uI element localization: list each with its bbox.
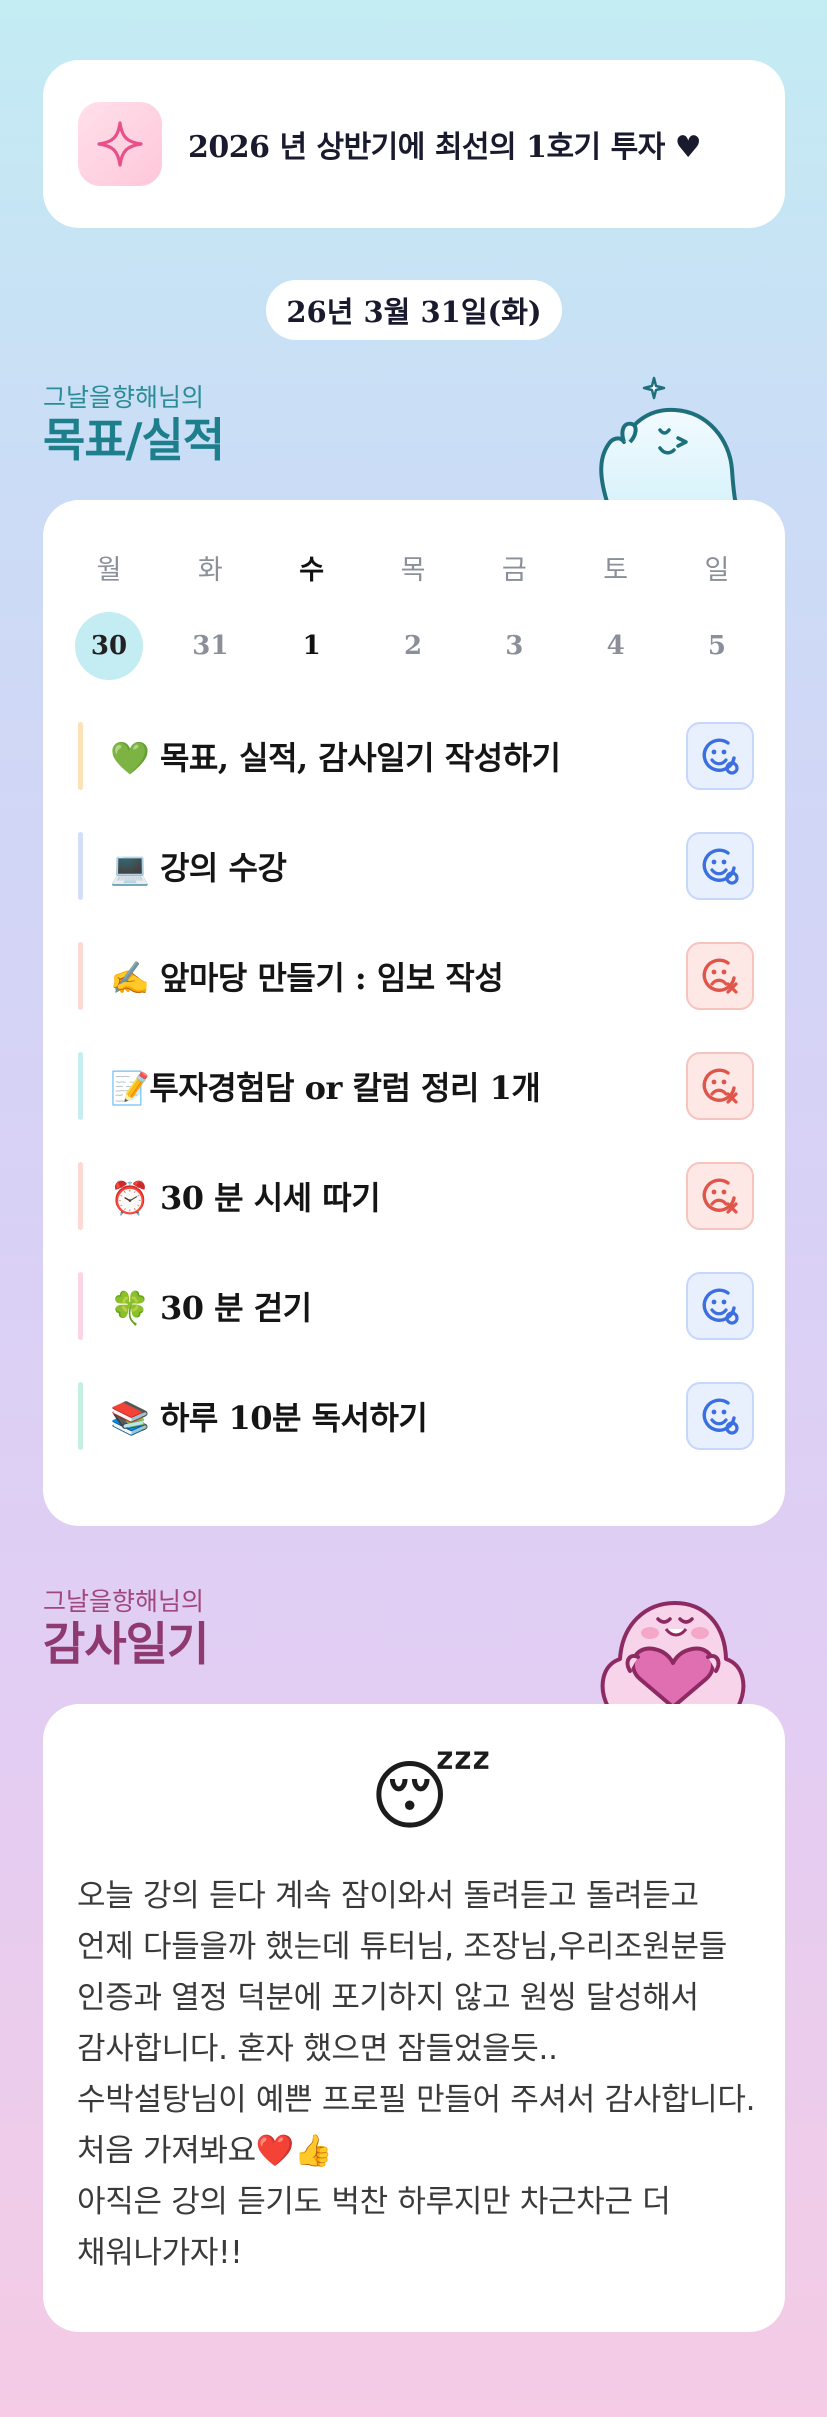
weekday-label: 일 xyxy=(704,554,730,586)
task-color-bar xyxy=(78,832,83,900)
calendar-date[interactable]: 5 xyxy=(683,612,751,680)
weekday-label: 수 xyxy=(299,554,325,586)
task-label: 💻 강의 수강 xyxy=(110,849,287,887)
task-color-bar xyxy=(78,942,83,1010)
weekday-label: 토 xyxy=(603,554,629,586)
weekday-label: 월 xyxy=(96,554,122,586)
task-item[interactable]: 💻 강의 수강 xyxy=(78,832,754,900)
task-label: 📚 하루 10분 독서하기 xyxy=(110,1399,428,1437)
task-color-bar xyxy=(78,1272,83,1340)
task-label: ✍️ 앞마당 만들기 : 임보 작성 xyxy=(110,959,504,997)
calendar-date[interactable]: 2 xyxy=(379,612,447,680)
goals-section-title: 목표/실적 xyxy=(43,413,225,467)
diary-text: 오늘 강의 듣다 계속 잠이와서 돌려듣고 돌려듣고 언제 다들을까 했는데 튜… xyxy=(77,1878,756,2271)
diary-section-title: 감사일기 xyxy=(43,1617,209,1671)
smile-check-icon[interactable] xyxy=(686,832,754,900)
task-color-bar xyxy=(78,722,83,790)
task-item[interactable]: 📚 하루 10분 독서하기 xyxy=(78,1382,754,1450)
task-label: ⏰ 30 분 시세 따기 xyxy=(110,1179,381,1217)
task-item[interactable]: 📝투자경험담 or 칼럼 정리 1개 xyxy=(78,1052,754,1120)
week-day-row: 월화수목금토일 xyxy=(75,533,751,601)
task-label: 📝투자경험담 or 칼럼 정리 1개 xyxy=(110,1069,541,1107)
calendar-date[interactable]: 1 xyxy=(278,612,346,680)
week-date-row: 30 31 1 2 3 4 5 xyxy=(75,612,751,680)
sleeping-face-icon: 😴 xyxy=(370,1751,492,1840)
sad-x-icon[interactable] xyxy=(686,1162,754,1230)
weekday-label: 목 xyxy=(400,554,426,586)
task-item[interactable]: ✍️ 앞마당 만들기 : 임보 작성 xyxy=(78,942,754,1010)
calendar-date[interactable]: 3 xyxy=(480,612,548,680)
heart-mascot-icon xyxy=(590,1575,755,1709)
goal-banner: 2026 년 상반기에 최선의 1호기 투자 ♥ xyxy=(43,60,785,228)
task-item[interactable]: ⏰ 30 분 시세 따기 xyxy=(78,1162,754,1230)
calendar-date[interactable]: 31 xyxy=(176,612,244,680)
smile-check-icon[interactable] xyxy=(686,722,754,790)
smile-check-icon[interactable] xyxy=(686,1272,754,1340)
smile-check-icon[interactable] xyxy=(686,1382,754,1450)
sad-x-icon[interactable] xyxy=(686,942,754,1010)
sparkle-icon xyxy=(78,102,162,186)
date-pill[interactable]: 26년 3월 31일(화) xyxy=(266,280,562,340)
task-color-bar xyxy=(78,1382,83,1450)
weekday-label: 금 xyxy=(501,554,527,586)
weekday-label: 화 xyxy=(197,554,223,586)
task-item[interactable]: 💚 목표, 실적, 감사일기 작성하기 xyxy=(78,722,754,790)
task-label: 🍀 30 분 걷기 xyxy=(110,1289,312,1327)
goal-text: 2026 년 상반기에 최선의 1호기 투자 ♥ xyxy=(188,130,702,165)
task-label: 💚 목표, 실적, 감사일기 작성하기 xyxy=(110,739,561,777)
calendar-date[interactable]: 4 xyxy=(582,612,650,680)
calendar-date[interactable]: 30 xyxy=(75,612,143,680)
task-item[interactable]: 🍀 30 분 걷기 xyxy=(78,1272,754,1340)
task-color-bar xyxy=(78,1052,83,1120)
sad-x-icon[interactable] xyxy=(686,1052,754,1120)
ghost-mascot-icon xyxy=(590,370,750,507)
task-color-bar xyxy=(78,1162,83,1230)
